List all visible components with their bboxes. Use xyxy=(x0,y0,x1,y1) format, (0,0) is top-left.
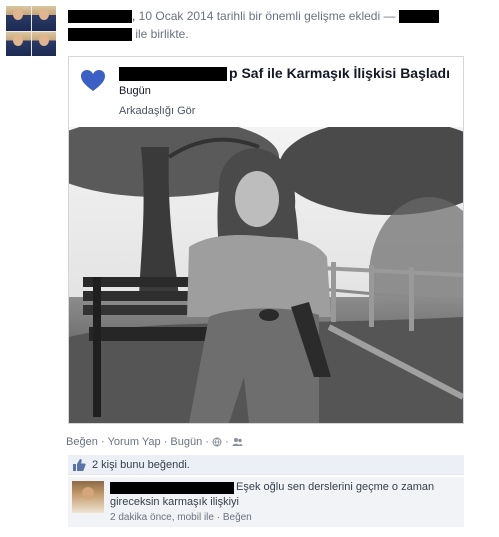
like-link[interactable]: Beğen xyxy=(66,436,98,448)
story-with-text: ile birlikte. xyxy=(135,27,189,41)
see-friendship-link[interactable]: Arkadaşlığı Gör xyxy=(119,105,195,117)
story-header-line2: ile birlikte. xyxy=(68,26,189,42)
redacted-tagged-name[interactable] xyxy=(398,10,439,24)
comment-link[interactable]: Yorum Yap xyxy=(108,436,161,448)
post-actions: Beğen · Yorum Yap · Bugün · · xyxy=(66,436,243,448)
like-thumb-icon xyxy=(73,459,86,471)
life-event-header: p Saf ile Karmaşık İlişkisi Başladı Bugü… xyxy=(69,57,463,127)
separator-dot: · xyxy=(225,436,229,449)
comment-text-line2: gireceksin karmaşık ilişkiyi xyxy=(110,496,239,508)
comment-meta[interactable]: 2 dakika önce, mobil ile · Beğen xyxy=(110,512,252,523)
globe-icon xyxy=(212,437,222,447)
redacted-name xyxy=(119,67,227,82)
avatar xyxy=(31,6,56,31)
separator-dot: · xyxy=(163,436,168,449)
redacted-tagged-name-2[interactable] xyxy=(68,28,132,42)
life-event-card: p Saf ile Karmaşık İlişkisi Başladı Bugü… xyxy=(68,56,464,424)
comment: Eşek oğlu sen derslerini geçme o zaman g… xyxy=(68,477,464,527)
poster-avatar-group[interactable] xyxy=(6,6,56,56)
heart-icon xyxy=(81,70,105,91)
avatar xyxy=(6,6,31,31)
friends-icon xyxy=(232,438,243,447)
separator-dot: · xyxy=(100,436,105,449)
life-event-date: Bugün xyxy=(119,85,151,97)
event-photo[interactable] xyxy=(69,127,463,423)
likes-summary: 2 kişi bunu beğendi. xyxy=(68,455,464,475)
story-header: , 10 Ocak 2014 tarihli bir önemli gelişm… xyxy=(68,8,488,24)
separator-dot: · xyxy=(205,436,209,449)
event-photo-image xyxy=(69,127,463,423)
commenter-avatar[interactable] xyxy=(72,481,104,513)
redacted-commenter-name[interactable] xyxy=(110,482,234,494)
comment-text-line1: Eşek oğlu sen derslerini geçme o zaman xyxy=(236,481,435,493)
post-date[interactable]: Bugün xyxy=(170,436,202,448)
avatar xyxy=(6,31,31,56)
redacted-author-name[interactable] xyxy=(68,10,132,24)
story-date-text: 10 Ocak 2014 tarihli bir önemli gelişme … xyxy=(138,9,396,23)
life-event-title[interactable]: p Saf ile Karmaşık İlişkisi Başladı xyxy=(119,65,450,82)
avatar xyxy=(31,31,56,56)
life-event-title-text: p Saf ile Karmaşık İlişkisi Başladı xyxy=(229,65,450,81)
likes-count-text[interactable]: 2 kişi bunu beğendi. xyxy=(92,459,190,471)
